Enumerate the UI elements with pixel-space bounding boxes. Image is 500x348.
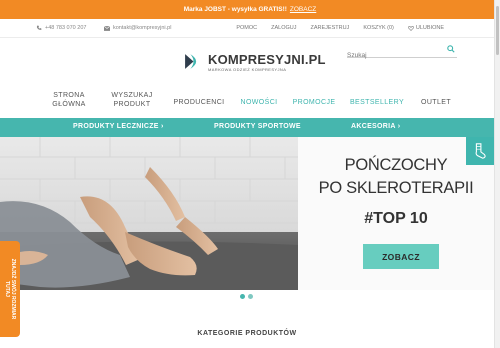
hero-photo	[0, 137, 298, 290]
phone-contact[interactable]: +48 783 070 207	[36, 25, 86, 31]
phone-number: +48 783 070 207	[45, 25, 87, 31]
nav-bestsellers[interactable]: BESTSELLERY	[348, 98, 406, 107]
hero-cta-button[interactable]: ZOBACZ	[363, 244, 439, 269]
nav-producers[interactable]: PRODUCENCI	[170, 98, 228, 107]
nav-home-line2: GŁÓWNA	[52, 101, 86, 108]
nav-search-line2: PRODUKT	[113, 101, 151, 108]
slider-dot-1[interactable]	[240, 294, 245, 299]
slider-dot-2[interactable]	[248, 294, 253, 299]
account-links: POMOC ZALOGUJ ZAREJESTRUJ KOSZYK (0) ULU…	[236, 25, 444, 31]
utility-bar: +48 783 070 207 kontakt@kompresyjni.pl P…	[0, 19, 494, 38]
section-heading: KATEGORIE PRODUKTÓW	[0, 330, 494, 337]
logo-tagline: MARKOWA ODZIEŻ KOMPRESYJNA	[208, 66, 287, 72]
nav-outlet[interactable]: OUTLET	[416, 98, 456, 107]
category-accessories[interactable]: AKCESORIA ›	[351, 123, 400, 130]
register-link[interactable]: ZAREJESTRUJ	[311, 25, 350, 31]
email-address: kontakt@kompresyjni.pl	[113, 25, 172, 31]
search-box	[347, 44, 457, 62]
promo-text: Marka JOBST - wysyłka GRATIS!!	[183, 6, 287, 13]
nav-promotions[interactable]: PROMOCJE	[290, 98, 338, 107]
nav-home-line1: STRONA	[53, 92, 85, 99]
hero-badge	[466, 137, 494, 165]
stocking-icon	[475, 143, 486, 159]
scrollbar-thumb[interactable]	[496, 6, 499, 55]
category-sport[interactable]: PRODUKTY SPORTOWE	[214, 123, 301, 130]
hero-line1: POŃCZOCHY	[344, 156, 448, 174]
slider-dots	[240, 294, 253, 299]
size-finder-tab[interactable]: ZNAJDŹ SWÓJ ROZMIAR TUTAJ	[0, 241, 20, 337]
logo-name: KOMPRESYJNI.PL	[208, 51, 326, 67]
search-icon[interactable]	[447, 45, 455, 53]
search-input[interactable]	[347, 49, 437, 62]
site-logo[interactable]: KOMPRESYJNI.PL MARKOWA ODZIEŻ KOMPRESYJN…	[183, 51, 326, 72]
hero-banner[interactable]: POŃCZOCHY PO SKLEROTERAPII #TOP 10 ZOBAC…	[0, 137, 494, 290]
section-title: KATEGORIE PRODUKTÓW	[189, 330, 305, 337]
help-link[interactable]: POMOC	[236, 25, 257, 31]
favorites-label: ULUBIONE	[415, 25, 444, 31]
favorites-link[interactable]: ULUBIONE	[407, 25, 444, 31]
category-medical[interactable]: PRODUKTY LECZNICZE ›	[73, 123, 164, 130]
promo-bar: Marka JOBST - wysyłka GRATIS!! ZOBACZ	[0, 0, 500, 19]
nav-search-line1: WYSZUKAJ	[111, 92, 153, 99]
login-link[interactable]: ZALOGUJ	[271, 25, 296, 31]
heart-icon	[407, 25, 414, 31]
phone-icon	[36, 25, 42, 30]
envelope-icon	[104, 25, 110, 31]
nav-home[interactable]: STRONA GŁÓWNA	[46, 91, 92, 109]
size-finder-label: ZNAJDŹ SWÓJ ROZMIAR TUTAJ	[4, 259, 16, 320]
main-nav: STRONA GŁÓWNA WYSZUKAJ PRODUKT PRODUCENC…	[0, 88, 494, 116]
size-finder-line1: ZNAJDŹ SWÓJ ROZMIAR	[10, 258, 16, 320]
promo-link[interactable]: ZOBACZ	[290, 6, 316, 13]
scrollbar[interactable]	[494, 0, 500, 348]
email-contact[interactable]: kontakt@kompresyjni.pl	[104, 25, 171, 31]
cart-link[interactable]: KOSZYK (0)	[363, 25, 394, 31]
logo-mark-icon	[185, 54, 197, 69]
hero-line2: PO SKLEROTERAPII	[318, 179, 474, 197]
category-nav: PRODUKTY LECZNICZE › PRODUKTY SPORTOWE A…	[0, 118, 494, 137]
nav-new[interactable]: NOWOŚCI	[236, 98, 282, 107]
hero-copy: POŃCZOCHY PO SKLEROTERAPII #TOP 10 ZOBAC…	[298, 137, 494, 290]
page: Marka JOBST - wysyłka GRATIS!! ZOBACZ +4…	[0, 0, 500, 348]
nav-search-product[interactable]: WYSZUKAJ PRODUKT	[106, 91, 158, 109]
hero-tag: #TOP 10	[364, 210, 428, 227]
